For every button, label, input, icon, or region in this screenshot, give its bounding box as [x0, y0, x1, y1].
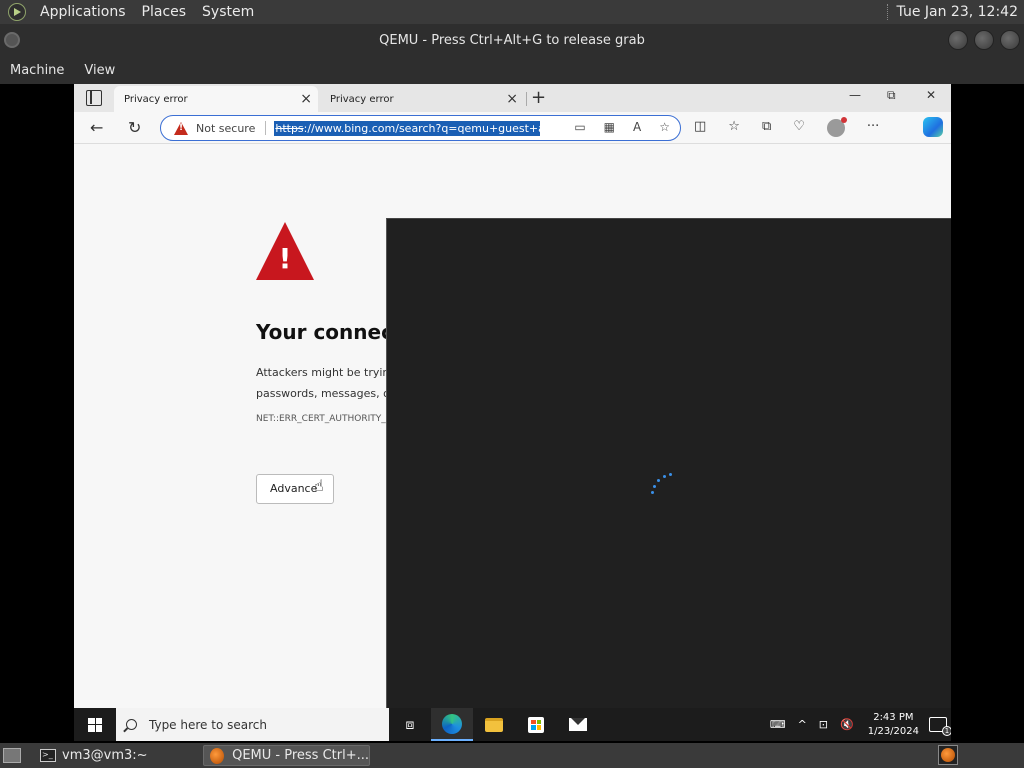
collections-icon[interactable]: ⧉ — [762, 119, 771, 137]
favorites-icon[interactable]: ☆ — [728, 119, 740, 137]
tab-strip: Privacy error × Privacy error × + — ⧉ ✕ — [74, 84, 951, 112]
qemu-workspace-icon — [941, 748, 955, 762]
tab-privacy-error-1[interactable]: Privacy error × — [114, 86, 318, 112]
qemu-titlebar[interactable]: QEMU - Press Ctrl+Alt+G to release grab — [0, 24, 1024, 56]
file-explorer-icon[interactable] — [473, 708, 515, 741]
menu-places[interactable]: Places — [134, 0, 195, 24]
menu-view[interactable]: View — [74, 63, 125, 78]
tab-label: Privacy error — [330, 93, 394, 105]
privacy-error-page: ! Your connecti Attackers might be tryin… — [74, 144, 951, 741]
workspace-switcher[interactable] — [938, 745, 958, 765]
menu-machine[interactable]: Machine — [0, 63, 74, 78]
loading-overlay-window[interactable] — [386, 218, 951, 741]
qemu-menubar: Machine View — [0, 56, 1024, 84]
notification-center-icon[interactable]: 1 — [929, 717, 951, 736]
terminal-icon: >_ — [40, 749, 56, 762]
hand-cursor-icon: ☝ — [314, 476, 324, 495]
menu-applications[interactable]: Applications — [32, 0, 134, 24]
search-placeholder: Type here to search — [149, 717, 267, 732]
top-panel: Applications Places System Tue Jan 23, 1… — [0, 0, 1024, 24]
tab-privacy-error-2[interactable]: Privacy error × — [320, 86, 524, 112]
start-button[interactable] — [74, 708, 116, 741]
store-icon[interactable] — [515, 708, 557, 741]
tab-close-icon[interactable]: × — [506, 91, 518, 107]
loading-spinner-icon — [649, 469, 679, 499]
tab-label: Privacy error — [124, 93, 188, 105]
panel-clock[interactable]: Tue Jan 23, 12:42 — [897, 4, 1024, 20]
tab-close-icon[interactable]: × — [300, 91, 312, 107]
app-available-icon[interactable]: ▭ — [574, 120, 585, 134]
menu-system[interactable]: System — [194, 0, 262, 24]
network-icon[interactable]: ⊡ — [819, 718, 828, 731]
address-bar[interactable]: Not secure https://www.bing.com/search?q… — [160, 115, 681, 141]
refresh-icon[interactable]: ↻ — [128, 118, 141, 137]
keyboard-icon[interactable]: ⌨ — [770, 718, 786, 731]
guest-display[interactable]: Privacy error × Privacy error × + — ⧉ ✕ … — [74, 84, 951, 741]
windows-logo-icon — [88, 717, 102, 732]
show-desktop-icon[interactable] — [3, 748, 21, 763]
qr-code-icon[interactable]: ▦ — [604, 120, 615, 134]
search-icon — [126, 719, 137, 730]
taskbar-search-box[interactable]: Type here to search — [116, 708, 389, 741]
taskbar-item-terminal[interactable]: >_ vm3@vm3:~ — [34, 745, 198, 766]
warning-icon[interactable] — [174, 121, 188, 135]
window-menu-icon[interactable] — [4, 32, 20, 48]
taskbar-item-qemu[interactable]: QEMU - Press Ctrl+... — [203, 745, 370, 766]
error-description: Attackers might be trying passwords, mes… — [256, 366, 397, 400]
maximize-button[interactable] — [974, 30, 994, 50]
minimize-button[interactable] — [948, 30, 968, 50]
windows-taskbar: Type here to search ⧈ ⌨ ^ ⊡ 🔇 2:43 PM 1/… — [74, 708, 951, 741]
bottom-panel: >_ vm3@vm3:~ QEMU - Press Ctrl+... — [0, 743, 1024, 768]
show-hidden-icons-chevron-icon[interactable]: ^ — [798, 718, 807, 731]
back-arrow-icon[interactable]: ← — [90, 118, 103, 137]
profile-avatar-icon[interactable] — [826, 117, 847, 137]
restore-icon[interactable]: ⧉ — [887, 88, 896, 103]
more-options-icon[interactable]: ··· — [867, 119, 879, 137]
url-text[interactable]: https://www.bing.com/search?q=qemu+guest… — [274, 120, 541, 136]
favorite-star-icon[interactable]: ☆ — [659, 120, 670, 134]
error-code: NET::ERR_CERT_AUTHORITY_ — [256, 414, 386, 424]
minimize-icon[interactable]: — — [849, 88, 861, 102]
taskbar-clock[interactable]: 2:43 PM 1/23/2024 — [868, 711, 919, 739]
new-tab-plus-icon[interactable]: + — [531, 87, 546, 108]
task-view-icon[interactable]: ⧈ — [389, 708, 431, 741]
mail-icon[interactable] — [557, 708, 599, 741]
not-secure-label[interactable]: Not secure — [196, 122, 255, 135]
close-button[interactable] — [1000, 30, 1020, 50]
split-screen-icon[interactable]: ◫ — [694, 119, 706, 137]
volume-muted-icon[interactable]: 🔇 — [840, 718, 854, 731]
edge-taskbar-icon[interactable] — [431, 708, 473, 741]
qemu-icon — [210, 747, 225, 764]
tab-actions-icon[interactable] — [86, 90, 102, 106]
copilot-icon[interactable] — [923, 117, 943, 137]
panel-separator — [886, 4, 889, 20]
address-toolbar: ← ↻ Not secure https://www.bing.com/sear… — [74, 112, 951, 144]
close-window-icon[interactable]: ✕ — [926, 88, 936, 102]
system-tray: ⌨ ^ ⊡ 🔇 2:43 PM 1/23/2024 1 — [764, 708, 951, 741]
read-aloud-icon[interactable]: A — [633, 120, 641, 134]
qemu-window-title: QEMU - Press Ctrl+Alt+G to release grab — [379, 32, 645, 48]
distro-logo-icon[interactable] — [8, 3, 26, 21]
browser-essentials-icon[interactable]: ♡ — [793, 119, 805, 137]
